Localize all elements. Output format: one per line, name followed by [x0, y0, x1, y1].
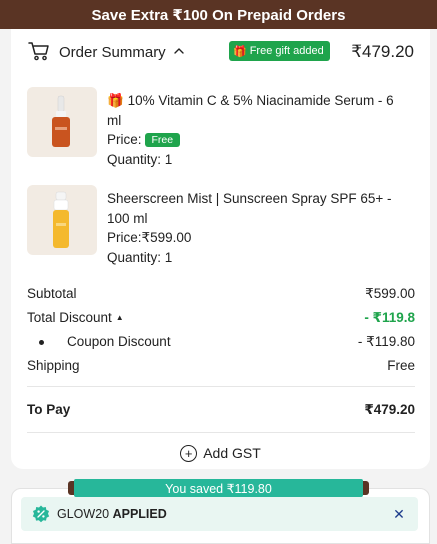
item-details: 🎁 10% Vitamin C & 5% Niacinamide Serum -… [107, 91, 407, 169]
bullet-icon [39, 340, 44, 345]
gift-badge-label: Free gift added [249, 45, 324, 57]
prepaid-offer-banner: Save Extra ₹100 On Prepaid Orders [0, 0, 437, 29]
caret-up-icon: ▲ [115, 313, 124, 322]
item-details: Sheerscreen Mist | Sunscreen Spray SPF 6… [107, 189, 407, 267]
free-price-pill: Free [144, 133, 181, 147]
dropper-bottle-icon [52, 95, 70, 147]
add-gst-button[interactable]: + Add GST [11, 440, 430, 466]
shipping-value: Free [387, 358, 415, 373]
price-label: Price: [107, 132, 142, 147]
divider [27, 432, 415, 433]
shipping-label: Shipping [27, 358, 80, 373]
total-discount-value: - ₹119.8 [364, 310, 415, 325]
remove-coupon-close-icon[interactable]: ✕ [388, 503, 410, 525]
item-name: Sheerscreen Mist | Sunscreen Spray SPF 6… [107, 191, 392, 226]
savings-ribbon: You saved ₹119.80 [74, 479, 363, 497]
price-label: Price: [107, 230, 142, 245]
total-discount-label-text: Total Discount [27, 310, 112, 325]
chevron-up-icon [174, 48, 184, 54]
header-total: ₹479.20 [351, 42, 414, 61]
item-quantity: Quantity: 1 [107, 151, 173, 167]
total-discount-label: Total Discount ▲ [27, 310, 124, 325]
price-value: ₹599.00 [141, 230, 192, 245]
to-pay-label: To Pay [27, 402, 71, 417]
order-summary-toggle[interactable]: Order Summary 🎁 Free gift added ₹479.20 [11, 29, 430, 73]
coupon-status: GLOW20 APPLIED [57, 507, 167, 521]
banner-text: Save Extra ₹100 On Prepaid Orders [91, 6, 346, 24]
applied-coupon-bar: GLOW20 APPLIED ✕ [21, 497, 418, 531]
order-summary-card: Order Summary 🎁 Free gift added ₹479.20 … [11, 29, 430, 469]
gift-icon: 🎁 [107, 93, 124, 108]
gift-icon: 🎁 [233, 45, 247, 58]
coupon-code: GLOW20 [57, 507, 110, 521]
product-thumbnail [27, 87, 97, 157]
item-name: 🎁 10% Vitamin C & 5% Niacinamide Serum -… [107, 91, 407, 130]
cart-icon [28, 42, 49, 61]
coupon-discount-label: Coupon Discount [67, 334, 171, 349]
divider [27, 386, 415, 387]
item-name-text: 10% Vitamin C & 5% Niacinamide Serum - 6… [107, 93, 394, 128]
to-pay-value: ₹479.20 [364, 402, 415, 417]
spray-bottle-icon [53, 191, 69, 248]
item-price: Price: Free [107, 130, 407, 150]
subtotal-value: ₹599.00 [365, 286, 415, 301]
coupon-applied-label: APPLIED [112, 507, 167, 521]
add-gst-label: Add GST [203, 445, 261, 461]
item-price: Price:₹599.00 [107, 228, 407, 248]
subtotal-label: Subtotal [27, 286, 77, 301]
coupon-discount-value: - ₹119.80 [357, 334, 415, 349]
savings-text: You saved ₹119.80 [165, 481, 272, 496]
order-summary-title: Order Summary [59, 44, 166, 61]
discount-badge-icon [32, 505, 50, 523]
free-gift-badge: 🎁 Free gift added [229, 41, 330, 61]
plus-circle-icon: + [180, 444, 198, 462]
product-thumbnail [27, 185, 97, 255]
item-quantity: Quantity: 1 [107, 249, 173, 265]
